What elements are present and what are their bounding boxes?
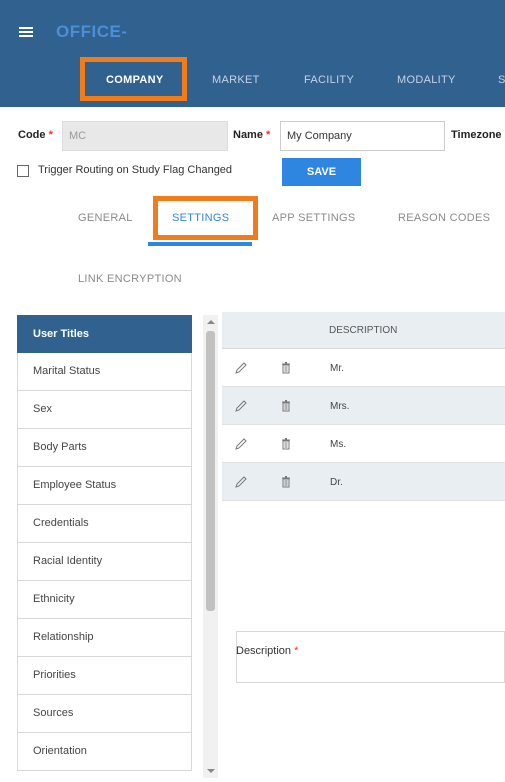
pencil-icon[interactable]	[234, 437, 248, 451]
trash-icon[interactable]	[279, 399, 293, 413]
list-item-racial-identity[interactable]: Racial Identity	[17, 543, 192, 581]
list-item-sources[interactable]: Sources	[17, 695, 192, 733]
scroll-down-icon[interactable]	[207, 769, 215, 773]
scroll-up-icon[interactable]	[207, 320, 215, 324]
app-header: OFFICE- COMPANY MARKET FACILITY MODALITY…	[0, 0, 505, 107]
list-item-orientation[interactable]: Orientation	[17, 733, 192, 771]
row-description: Ms.	[330, 439, 347, 450]
list-item-ethnicity[interactable]: Ethnicity	[17, 581, 192, 619]
table-row[interactable]: Mr.	[222, 349, 505, 387]
pencil-icon[interactable]	[234, 399, 248, 413]
active-tab-indicator	[148, 242, 252, 246]
trash-icon[interactable]	[279, 475, 293, 489]
description-field[interactable]	[236, 631, 505, 683]
description-label: Description *	[236, 645, 299, 657]
list-item-credentials[interactable]: Credentials	[17, 505, 192, 543]
timezone-label: Timezone	[451, 129, 502, 141]
trash-icon[interactable]	[279, 437, 293, 451]
settings-category-list: User Titles Marital Status Sex Body Part…	[17, 315, 192, 771]
highlight-box-company	[80, 57, 187, 101]
table-row[interactable]: Mrs.	[222, 387, 505, 425]
list-item-relationship[interactable]: Relationship	[17, 619, 192, 657]
nav-tab-market[interactable]: MARKET	[212, 62, 260, 86]
list-scrollbar[interactable]	[203, 315, 218, 778]
tab-general[interactable]: GENERAL	[78, 212, 133, 224]
list-item-priorities[interactable]: Priorities	[17, 657, 192, 695]
trash-icon[interactable]	[279, 361, 293, 375]
list-item-employee-status[interactable]: Employee Status	[17, 467, 192, 505]
list-item-user-titles[interactable]: User Titles	[17, 315, 192, 353]
highlight-box-settings	[153, 196, 258, 240]
pencil-icon[interactable]	[234, 361, 248, 375]
code-field[interactable]: MC	[62, 121, 228, 151]
name-field[interactable]: My Company	[280, 121, 445, 151]
list-item-body-parts[interactable]: Body Parts	[17, 429, 192, 467]
list-item-marital-status[interactable]: Marital Status	[17, 353, 192, 391]
row-description: Mr.	[330, 363, 344, 374]
app-brand: OFFICE-	[56, 22, 128, 41]
row-description: Mrs.	[330, 401, 350, 412]
code-label: Code *	[18, 129, 53, 141]
nav-tab-more[interactable]: S	[498, 62, 505, 86]
tab-app-settings[interactable]: APP SETTINGS	[272, 212, 355, 224]
nav-tab-modality[interactable]: MODALITY	[397, 62, 456, 86]
scroll-thumb[interactable]	[206, 331, 215, 611]
list-item-sex[interactable]: Sex	[17, 391, 192, 429]
table-row[interactable]: Dr.	[222, 463, 505, 501]
trigger-routing-label: Trigger Routing on Study Flag Changed	[38, 164, 233, 176]
menu-icon[interactable]	[19, 27, 33, 37]
pencil-icon[interactable]	[234, 475, 248, 489]
save-button[interactable]: SAVE	[282, 158, 361, 186]
column-header-description[interactable]: DESCRIPTION	[329, 325, 397, 336]
trigger-routing-checkbox[interactable]	[17, 165, 29, 177]
tab-reason-codes[interactable]: REASON CODES	[398, 212, 490, 224]
tab-link-encryption[interactable]: LINK ENCRYPTION	[78, 273, 182, 285]
row-description: Dr.	[330, 477, 343, 488]
name-label: Name *	[233, 129, 271, 141]
table-row[interactable]: Ms.	[222, 425, 505, 463]
nav-tab-facility[interactable]: FACILITY	[304, 62, 354, 86]
